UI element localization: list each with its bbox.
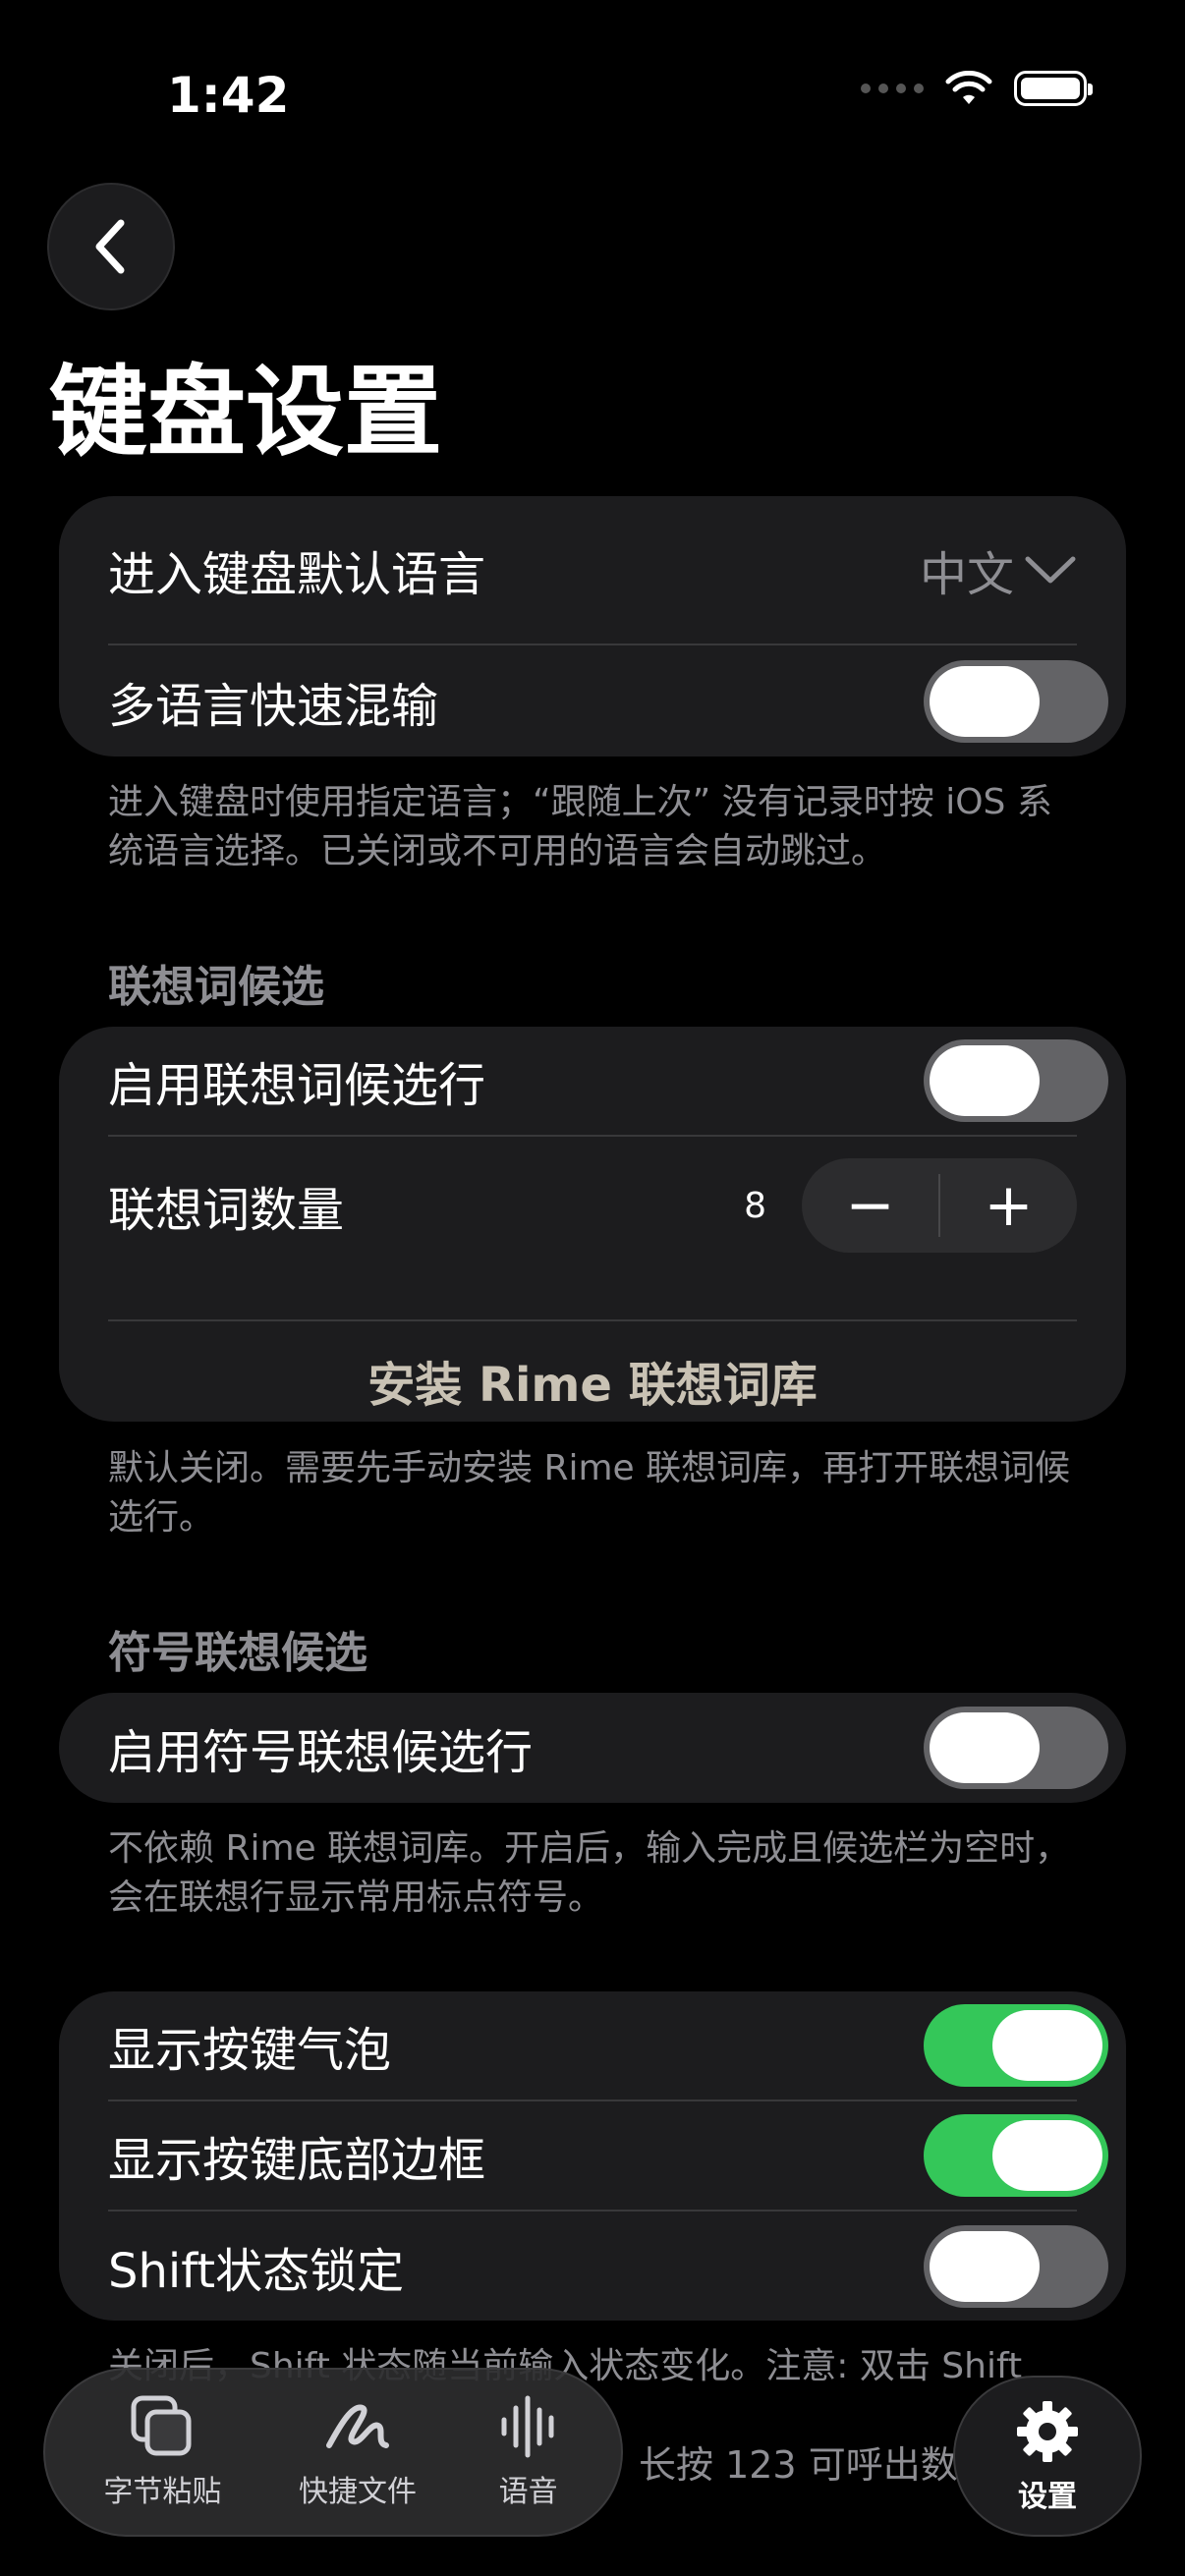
prediction-footnote: 默认关闭。需要先手动安装 Rime 联想词库，再打开联想词候选行。 — [108, 1448, 1071, 1538]
prediction-card: 启用联想词候选行 联想词数量 8 − + 安装 Rime 联想词库 — [59, 1027, 1126, 1422]
key-bubble-toggle[interactable] — [924, 2004, 1108, 2087]
symbol-enable-row: 启用符号联想候选行 — [108, 1693, 1108, 1803]
default-language-row[interactable]: 进入键盘默认语言 中文 — [108, 496, 1108, 644]
prediction-count-stepper[interactable]: − + — [802, 1158, 1077, 1253]
language-card: 进入键盘默认语言 中文 多语言快速混输 — [59, 496, 1126, 756]
default-language-select[interactable]: 中文 — [920, 535, 1077, 604]
default-language-value: 中文 — [919, 547, 1014, 602]
mixed-input-label: 多语言快速混输 — [108, 678, 439, 734]
key-border-toggle[interactable] — [924, 2114, 1108, 2197]
key-display-card: 显示按键气泡 显示按键底部边框 Shift状态锁定 — [59, 1991, 1126, 2321]
mixed-input-row: 多语言快速混输 — [108, 645, 1108, 756]
battery-icon — [1014, 71, 1093, 106]
mixed-input-toggle[interactable] — [924, 659, 1108, 743]
gear-icon — [1017, 2401, 1078, 2462]
symbol-enable-toggle[interactable] — [924, 1707, 1108, 1789]
key-border-row: 显示按键底部边框 — [108, 2101, 1108, 2210]
prediction-enable-row: 启用联想词候选行 — [108, 1027, 1108, 1135]
tab-voice[interactable]: 语音 — [494, 2394, 563, 2510]
decrement-button[interactable]: − — [802, 1158, 938, 1253]
status-time: 1:42 — [167, 67, 290, 124]
prediction-count-value: 8 — [744, 1185, 766, 1226]
key-bubble-row: 显示按键气泡 — [108, 1991, 1108, 2100]
symbol-enable-label: 启用符号联想候选行 — [108, 1725, 534, 1780]
language-footnote: 进入键盘时使用指定语言；“跟随上次” 没有记录时按 iOS 系统语言选择。已关闭… — [108, 782, 1052, 871]
tab-bar: 字节粘贴 快捷文件 语音 — [43, 2368, 623, 2537]
tab-clipboard[interactable]: 字节粘贴 — [103, 2394, 221, 2510]
key-border-label: 显示按键底部边框 — [108, 2133, 486, 2188]
wifi-icon — [945, 71, 992, 104]
install-rime-dictionary-button[interactable]: 安装 Rime 联想词库 — [59, 1346, 1126, 1415]
key-bubble-label: 显示按键气泡 — [108, 2023, 392, 2078]
tab-settings-label: 设置 — [1018, 2480, 1077, 2514]
tab-files[interactable]: 快捷文件 — [299, 2394, 417, 2510]
symbol-section-header: 符号联想候选 — [108, 1628, 367, 1678]
prediction-count-label: 联想词数量 — [108, 1183, 345, 1238]
cellular-icon — [861, 84, 924, 93]
back-button[interactable] — [47, 183, 175, 310]
shift-lock-label: Shift状态锁定 — [108, 2243, 405, 2299]
tab-voice-label: 语音 — [498, 2475, 558, 2509]
prediction-section-header: 联想词候选 — [108, 962, 324, 1012]
increment-button[interactable]: + — [940, 1158, 1077, 1253]
tab-files-label: 快捷文件 — [298, 2475, 417, 2509]
tab-settings[interactable]: 设置 — [953, 2376, 1142, 2537]
chevron-down-icon — [1025, 556, 1076, 584]
page-title: 键盘设置 — [49, 355, 442, 470]
waveform-icon — [501, 2395, 554, 2458]
prediction-enable-label: 启用联想词候选行 — [108, 1058, 486, 1113]
key-footnote-continuation: 长按 123 可呼出数 — [639, 2443, 958, 2487]
chevron-left-icon — [95, 219, 125, 274]
divider — [108, 1319, 1077, 1321]
prediction-enable-toggle[interactable] — [924, 1039, 1108, 1122]
tab-clipboard-label: 字节粘贴 — [103, 2475, 222, 2509]
symbol-footnote: 不依赖 Rime 联想词库。开启后，输入完成且候选栏为空时，会在联想行显示常用标… — [108, 1828, 1071, 1918]
symbol-card: 启用符号联想候选行 — [59, 1693, 1126, 1803]
prediction-count-row: 联想词数量 8 − + — [108, 1137, 1108, 1274]
shift-lock-row: Shift状态锁定 — [108, 2212, 1108, 2321]
default-language-label: 进入键盘默认语言 — [108, 547, 486, 602]
status-indicators — [861, 71, 1093, 106]
shift-lock-toggle[interactable] — [924, 2224, 1108, 2308]
scribble-icon — [325, 2404, 389, 2448]
clipboard-icon — [131, 2395, 192, 2456]
